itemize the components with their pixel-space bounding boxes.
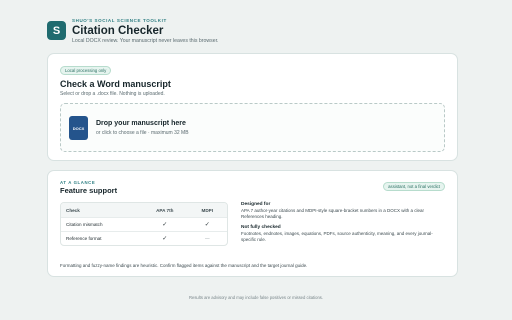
app-kicker: SHUO'S SOCIAL SCIENCE TOOLKIT	[72, 18, 167, 23]
feature-table: Check APA 7th MDPI Citation mismatch ✓ ✓…	[60, 202, 228, 246]
docx-file-icon: DOCX	[69, 116, 88, 140]
column-header-mdpi: MDPI	[201, 207, 213, 213]
app-logo: S	[47, 21, 66, 40]
table-header-row: Check APA 7th MDPI	[61, 203, 227, 217]
advisory-footer: Results are advisory and may include fal…	[188, 295, 324, 300]
mdpi-check-icon: ✓	[204, 222, 210, 228]
feature-support-card: AT A GLANCE Feature support assistant, n…	[47, 170, 458, 277]
assistant-badge: assistant, not a final verdict	[383, 182, 445, 191]
designed-for-text: APA 7 author-year citations and MDPI-sty…	[241, 208, 424, 219]
heuristic-footnote: Formatting and fuzzy-name findings are h…	[60, 263, 308, 268]
app-title: Citation Checker	[72, 25, 164, 37]
designed-for-heading: Designed for	[241, 202, 271, 207]
dropzone-title: Drop your manuscript here	[96, 120, 186, 127]
mdpi-unsupported-dash: —	[204, 236, 210, 241]
check-name: Citation mismatch	[66, 222, 103, 227]
app-header: S SHUO'S SOCIAL SCIENCE TOOLKIT Citation…	[47, 18, 218, 45]
features-title: Feature support	[60, 186, 118, 195]
scope-info: Designed for APA 7 author-year citations…	[241, 202, 446, 248]
file-dropzone[interactable]: DOCX Drop your manuscript here or click …	[60, 103, 445, 152]
header-text: SHUO'S SOCIAL SCIENCE TOOLKIT Citation C…	[72, 18, 218, 45]
column-header-apa: APA 7th	[156, 207, 174, 213]
local-processing-badge: Local processing only	[60, 66, 112, 75]
check-name: Reference format	[66, 236, 102, 241]
upload-title: Check a Word manuscript	[60, 79, 171, 89]
apa-check-icon: ✓	[162, 222, 168, 228]
upload-card: Local processing only Check a Word manus…	[47, 53, 458, 161]
column-header-check: Check	[66, 207, 80, 213]
not-checked-heading: Not fully checked	[241, 225, 281, 230]
upload-hint: Select or drop a .docx file. Nothing is …	[60, 91, 165, 97]
features-kicker: AT A GLANCE	[60, 180, 96, 185]
not-checked-text: Footnotes, endnotes, images, equations, …	[241, 231, 433, 242]
app-subtitle: Local DOCX review. Your manuscript never…	[72, 38, 219, 44]
apa-check-icon: ✓	[162, 236, 168, 242]
dropzone-subtitle: or click to choose a file · maximum 32 M…	[96, 130, 189, 136]
table-row: Reference format ✓ —	[61, 231, 227, 245]
table-row: Citation mismatch ✓ ✓	[61, 217, 227, 231]
